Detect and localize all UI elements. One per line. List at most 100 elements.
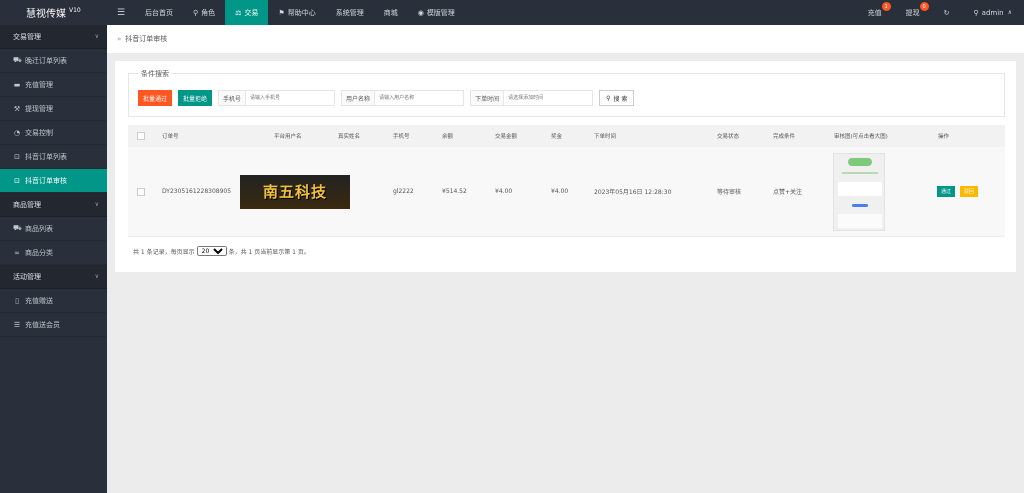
brand-version: V10: [69, 7, 81, 14]
sidebar-item-trade-control[interactable]: ◔ 交易控制: [0, 121, 107, 145]
chevron-down-icon: ∨: [94, 201, 99, 208]
order-no: DY2305161228308905: [162, 188, 232, 195]
col-condition: 完成条件: [773, 134, 796, 140]
sidebar-group-goods[interactable]: 商品管理 ∨: [0, 193, 107, 217]
recharge-link[interactable]: 充值 1: [856, 0, 894, 25]
topnav-role[interactable]: ⚲ 角色: [183, 0, 225, 25]
time-input[interactable]: [503, 90, 594, 106]
pager-prefix: 共 1 条记录，每页显示: [133, 248, 195, 256]
sidebar-item-recharge[interactable]: ▬ 充值管理: [0, 73, 107, 97]
topnav-trade[interactable]: ⚖ 交易: [225, 0, 269, 25]
sidebar-item-recharge-vip[interactable]: ☰ 充值送会员: [0, 313, 107, 337]
row-actions: 通过 驳回: [937, 186, 979, 197]
cart-icon: ⛟: [13, 56, 22, 64]
pager-suffix: 条，共 1 页当前显示第 1 页。: [228, 248, 310, 256]
phone-label: 手机号: [218, 90, 246, 106]
recharge-badge: 1: [881, 2, 891, 11]
col-actions: 操作: [938, 134, 950, 140]
withdraw-link[interactable]: 提现 0: [894, 0, 932, 25]
scale-icon: ⚖: [235, 8, 242, 17]
col-platform-user: 平台用户名: [274, 134, 302, 140]
complete-condition: 点赞+关注: [773, 189, 803, 196]
main-content: » 抖音订单审核 条件搜索 批量通过 批量拒绝 手机号 用户名称 下单时间 ⚲ …: [107, 25, 1024, 493]
topnav-right: 充值 1 提现 0 ↻ ⚲ admin ∧: [856, 0, 1024, 25]
hammer-icon: ⚒: [13, 104, 21, 113]
menu-toggle-icon[interactable]: ☰: [107, 0, 135, 25]
topnav-help[interactable]: ⚑ 帮助中心: [268, 0, 325, 25]
order-time: 2023年05月16日 12:28:30: [594, 189, 672, 196]
sidebar-item-goods-category[interactable]: ∞ 商品分类: [0, 241, 107, 265]
col-real-name: 真实姓名: [338, 134, 361, 140]
sidebar-group-activity[interactable]: 活动管理 ∨: [0, 265, 107, 289]
col-review-image: 审核图(可点击看大图): [834, 134, 888, 140]
user-menu[interactable]: ⚲ admin ∧: [962, 0, 1024, 25]
phone-icon: ▯: [15, 296, 19, 305]
flag-icon: ⚑: [278, 8, 285, 17]
review-screenshot[interactable]: [833, 152, 885, 231]
time-label: 下单时间: [470, 90, 504, 106]
topnav-template[interactable]: ◉ 模版管理: [408, 0, 465, 25]
balance: ¥514.52: [442, 188, 467, 195]
platform-user-image: 南五科技: [240, 174, 350, 209]
list-icon: ☰: [13, 320, 21, 329]
sidebar-group-trade[interactable]: 交易管理 ∨: [0, 25, 107, 49]
user-name: admin: [981, 8, 1004, 17]
sidebar-item-orders[interactable]: ⛟ 晚迁订单列表: [0, 49, 107, 73]
page-title: 抖音订单审核: [125, 35, 168, 43]
sidebar-item-douyin-orders[interactable]: ⊡ 抖音订单列表: [0, 145, 107, 169]
sidebar-item-goods-list[interactable]: ⛟ 商品列表: [0, 217, 107, 241]
select-all-checkbox[interactable]: [137, 132, 145, 140]
search-icon: ⚲: [606, 94, 611, 102]
username-input[interactable]: [374, 90, 465, 106]
sidebar-item-withdraw[interactable]: ⚒ 提现管理: [0, 97, 107, 121]
col-bonus: 奖金: [551, 134, 563, 140]
withdraw-badge: 0: [919, 2, 929, 11]
bonus: ¥4.00: [551, 188, 569, 195]
batch-reject-button[interactable]: 批量拒绝: [178, 90, 213, 106]
refresh-icon[interactable]: ↻: [932, 0, 962, 25]
breadcrumb-separator: »: [117, 35, 122, 43]
user-icon: ⚲: [973, 8, 979, 17]
platform-user-text: 南五科技: [262, 183, 327, 201]
link-icon: ∞: [14, 248, 20, 257]
breadcrumb: » 抖音订单审核: [107, 25, 1024, 53]
amount: ¥4.00: [495, 188, 513, 195]
username-label: 用户名称: [341, 90, 375, 106]
sidebar-item-douyin-review[interactable]: ⊡ 抖音订单审核: [0, 169, 107, 193]
row-checkbox[interactable]: [137, 187, 145, 196]
sidebar: 交易管理 ∨ ⛟ 晚迁订单列表 ▬ 充值管理 ⚒ 提现管理 ◔ 交易控制 ⊡ 抖音订单列表 …: [0, 25, 107, 493]
search-fieldset: 条件搜索 批量通过 批量拒绝 手机号 用户名称 下单时间 ⚲ 搜 索: [128, 69, 1005, 117]
chat-icon: ▬: [13, 80, 21, 89]
pagination: 共 1 条记录，每页显示 20 条，共 1 页当前显示第 1 页。: [133, 246, 310, 256]
phone-input[interactable]: [245, 90, 336, 106]
top-bar: 慧视传媒 V10 ☰ 后台首页 ⚲ 角色 ⚖ 交易 ⚑ 帮助中心 系统管理 商城 ◉ 模版…: [0, 0, 1024, 25]
table-header: 订单号 平台用户名 真实姓名 手机号 余额 交易金额 奖金 下单时间 交易状态 …: [128, 125, 1005, 147]
topnav-mall[interactable]: 商城: [374, 0, 408, 25]
sidebar-item-recharge-gift[interactable]: ▯ 充值赠送: [0, 289, 107, 313]
database-icon: ◉: [417, 8, 424, 17]
user-icon: ⚲: [193, 8, 199, 17]
col-amount: 交易金额: [495, 134, 518, 140]
brand-logo[interactable]: 慧视传媒 V10: [0, 0, 107, 25]
topnav-system[interactable]: 系统管理: [326, 0, 374, 25]
chevron-down-icon: ∨: [94, 273, 99, 280]
topnav-home[interactable]: 后台首页: [135, 0, 183, 25]
page-size-select[interactable]: 20: [196, 246, 227, 256]
phone: gl2222: [393, 188, 414, 195]
lock-icon: ⊡: [14, 152, 20, 161]
brand-name: 慧视传媒: [26, 9, 66, 20]
search-button[interactable]: ⚲ 搜 索: [599, 90, 635, 106]
reject-button[interactable]: 驳回: [960, 186, 979, 197]
pass-button[interactable]: 通过: [937, 186, 956, 197]
cart-icon: ⛟: [13, 224, 22, 232]
col-order-no: 订单号: [162, 134, 179, 140]
table-row: DY2305161228308905 南五科技 gl2222 ¥514.52 ¥…: [128, 147, 1005, 237]
search-row: 批量通过 批量拒绝 手机号 用户名称 下单时间 ⚲ 搜 索: [138, 90, 635, 106]
col-balance: 余额: [442, 134, 454, 140]
trade-status: 等待审核: [717, 189, 742, 196]
batch-pass-button[interactable]: 批量通过: [138, 90, 173, 106]
search-legend: 条件搜索: [138, 69, 172, 79]
gauge-icon: ◔: [13, 128, 21, 137]
col-phone: 手机号: [393, 134, 410, 140]
lock-icon: ⊡: [14, 176, 20, 185]
